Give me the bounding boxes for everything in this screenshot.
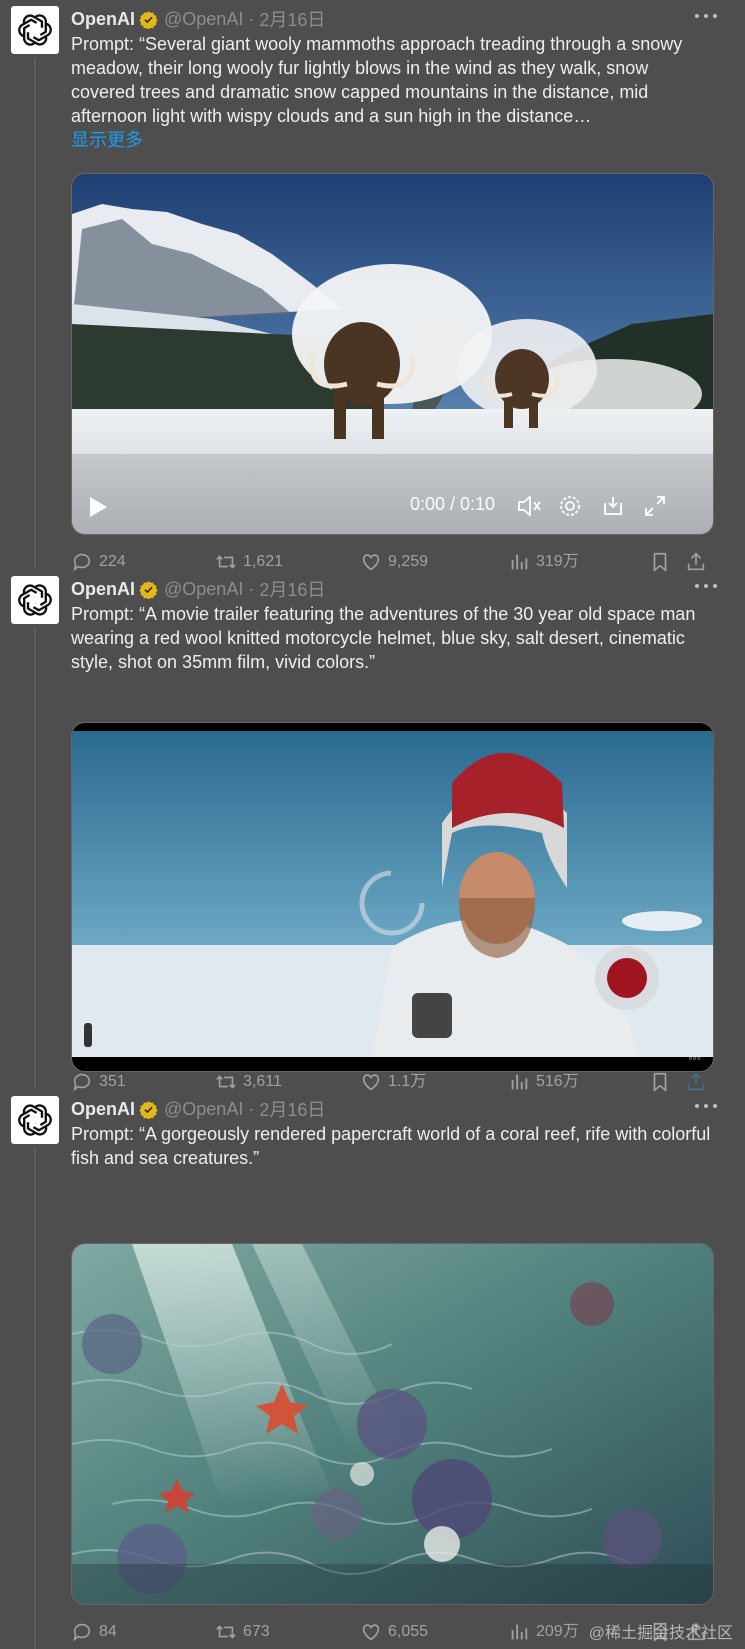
tweet-text: Prompt: “A movie trailer featuring the a… — [71, 602, 711, 674]
author-handle[interactable]: @OpenAI — [164, 1099, 243, 1120]
views-button[interactable]: 209万 — [508, 1618, 579, 1646]
verified-badge-icon — [139, 10, 158, 29]
tweet-text-body: Prompt: “Several giant wooly mammoths ap… — [71, 34, 683, 126]
reply-icon — [73, 1623, 91, 1642]
openai-logo-icon — [18, 1104, 52, 1136]
separator-dot: · — [243, 8, 260, 29]
tweet-header: OpenAI @OpenAI · 2月16日 — [71, 1096, 325, 1122]
play-icon[interactable] — [88, 496, 108, 518]
reply-count: 84 — [99, 1623, 117, 1640]
author-name[interactable]: OpenAI — [71, 1099, 135, 1120]
coral-reef-video-frame — [72, 1244, 713, 1604]
more-icon[interactable] — [695, 584, 717, 590]
tweet-text: Prompt: “Several giant wooly mammoths ap… — [71, 32, 711, 152]
tweet-date[interactable]: 2月16日 — [259, 1096, 325, 1122]
tweet-text: Prompt: “A gorgeously rendered papercraf… — [71, 1122, 711, 1170]
tweet[interactable]: OpenAI @OpenAI · 2月16日 Prompt: “A gorgeo… — [0, 1090, 745, 1649]
separator-dot: · — [243, 578, 260, 599]
tweet[interactable]: OpenAI @OpenAI · 2月16日 Prompt: “A movie … — [0, 570, 745, 1093]
video-time: 0:00 / 0:10 — [410, 494, 496, 514]
openai-logo-icon — [18, 584, 52, 616]
settings-icon[interactable] — [558, 494, 582, 518]
video-controls: 0:00 / 0:10 — [72, 478, 713, 534]
more-icon[interactable] — [695, 1104, 717, 1110]
retweet-count: 673 — [243, 1623, 270, 1640]
like-count: 6,055 — [388, 1623, 429, 1640]
avatar[interactable] — [11, 6, 59, 54]
author-handle[interactable]: @OpenAI — [164, 9, 243, 30]
video-player[interactable]: 0:00 / 0:10 — [71, 173, 714, 535]
openai-logo-icon — [18, 14, 52, 46]
video-player[interactable] — [71, 1243, 714, 1605]
avatar[interactable] — [11, 1096, 59, 1144]
tweet-header: OpenAI @OpenAI · 2月16日 — [71, 6, 325, 32]
avatar[interactable] — [11, 576, 59, 624]
views-count: 209万 — [536, 1623, 579, 1640]
more-icon[interactable] — [695, 14, 717, 20]
reply-button[interactable]: 84 — [71, 1618, 117, 1646]
views-icon — [511, 1624, 528, 1640]
fullscreen-icon[interactable] — [643, 494, 667, 518]
tweet-header: OpenAI @OpenAI · 2月16日 — [71, 576, 325, 602]
like-button[interactable]: 6,055 — [360, 1618, 428, 1646]
author-name[interactable]: OpenAI — [71, 579, 135, 600]
astronaut-video-frame — [72, 731, 713, 1057]
pip-icon[interactable] — [601, 494, 625, 518]
separator-dot: · — [243, 1098, 260, 1119]
verified-badge-icon — [139, 1100, 158, 1119]
site-watermark: @稀土掘金技术社区 — [588, 1625, 733, 1642]
tweet-text-body: Prompt: “A gorgeously rendered papercraf… — [71, 1124, 711, 1168]
video-player[interactable]: ◦◦◦ — [71, 722, 714, 1072]
show-more-link[interactable]: 显示更多 — [71, 128, 711, 152]
tweet-date[interactable]: 2月16日 — [259, 576, 325, 602]
video-watermark-glyph: ◦◦◦ — [688, 1051, 701, 1065]
tweet[interactable]: OpenAI @OpenAI · 2月16日 Prompt: “Several … — [0, 0, 745, 573]
mute-icon[interactable] — [517, 494, 543, 518]
retweet-button[interactable]: 673 — [215, 1618, 270, 1646]
verified-badge-icon — [139, 580, 158, 599]
tweet-text-body: Prompt: “A movie trailer featuring the a… — [71, 604, 696, 672]
tweet-date[interactable]: 2月16日 — [259, 6, 325, 32]
retweet-icon — [216, 1625, 236, 1639]
author-handle[interactable]: @OpenAI — [164, 579, 243, 600]
author-name[interactable]: OpenAI — [71, 9, 135, 30]
like-icon — [362, 1624, 380, 1641]
